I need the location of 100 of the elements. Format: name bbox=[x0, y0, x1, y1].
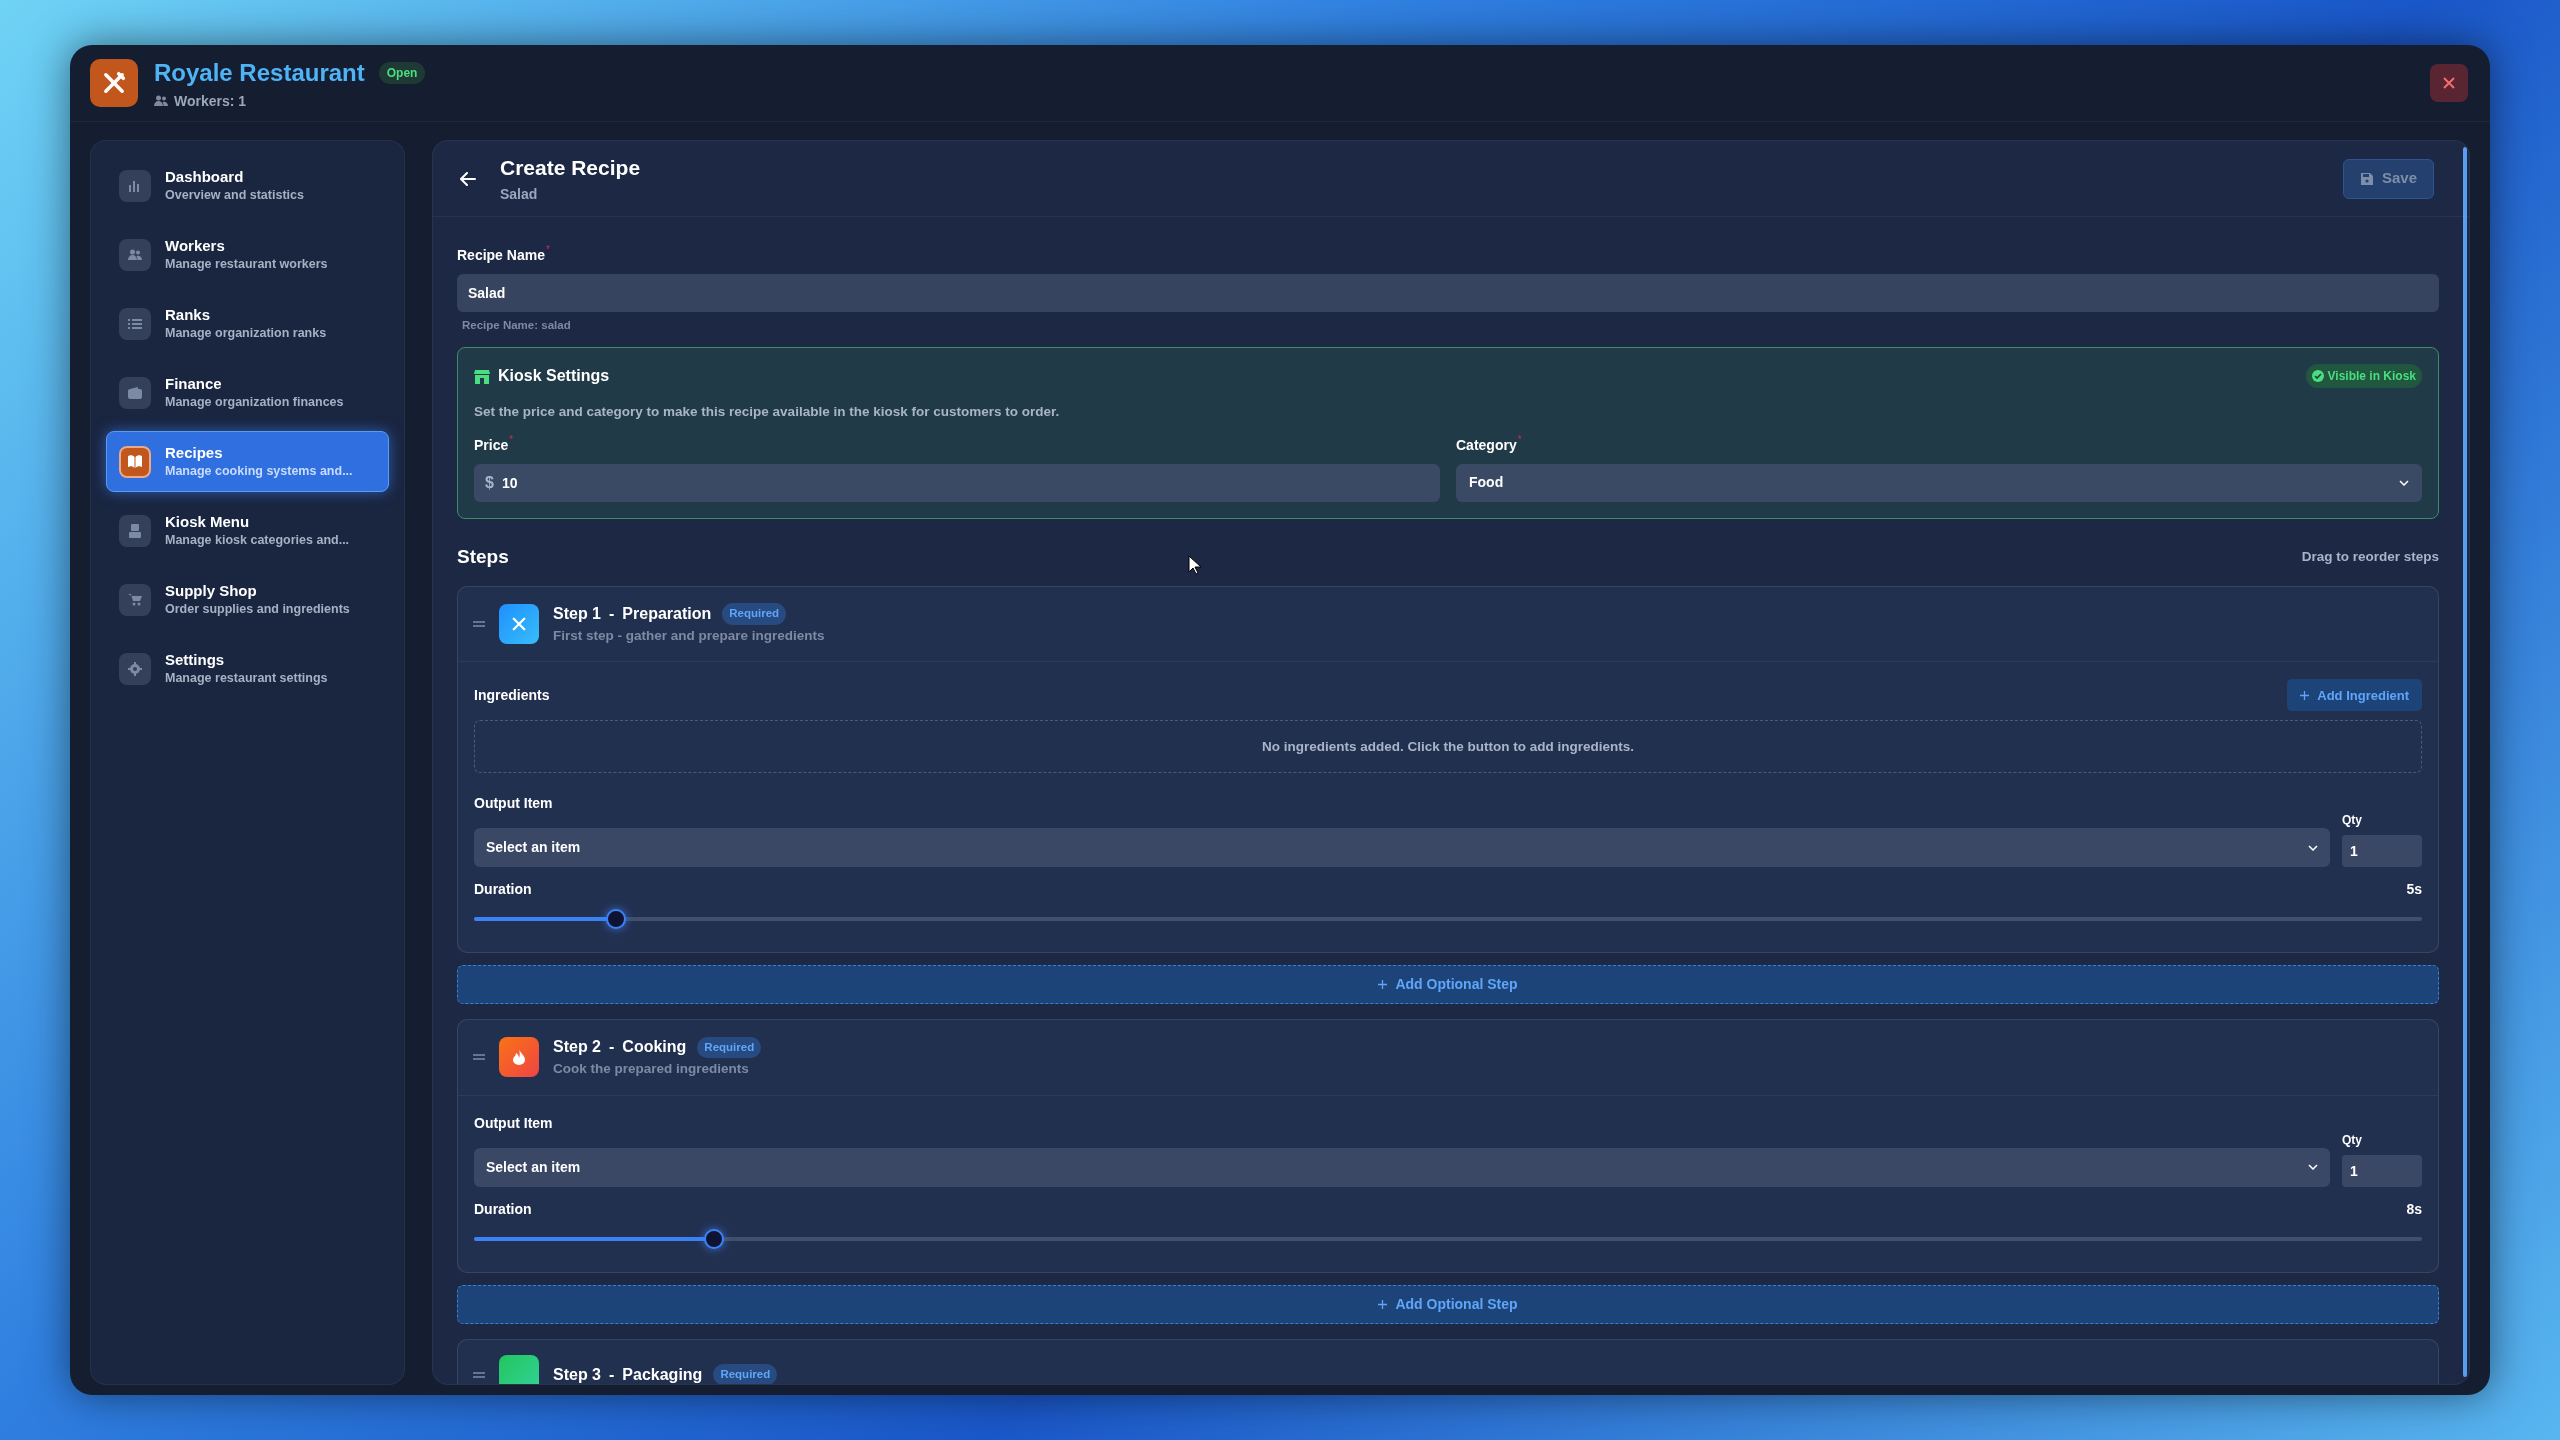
step-icon-tile bbox=[499, 1354, 539, 1384]
quantity-field[interactable]: 1 bbox=[2342, 835, 2422, 868]
step-separator: - bbox=[609, 1037, 615, 1058]
flame-icon bbox=[513, 1049, 525, 1066]
storefront-icon bbox=[474, 368, 490, 384]
slider-thumb[interactable] bbox=[703, 1228, 724, 1249]
item-title: Recipes bbox=[165, 443, 224, 462]
sidebar-item[interactable]: Ranks Manage organization ranks bbox=[106, 293, 389, 354]
step-number: Step 3 bbox=[553, 1364, 601, 1384]
field-label: Qty bbox=[2342, 812, 2362, 830]
item-title: Workers bbox=[165, 236, 226, 255]
currency-symbol: $ bbox=[485, 472, 494, 493]
sidebar-item[interactable]: Supply Shop Order supplies and ingredients bbox=[106, 569, 389, 630]
list-icon bbox=[128, 317, 142, 330]
chevron-down-icon bbox=[2399, 479, 2409, 486]
field-hint: Recipe Name: salad bbox=[462, 318, 572, 333]
item-subtitle: Manage restaurant settings bbox=[165, 669, 328, 687]
sidebar-item[interactable]: Dashboard Overview and statistics bbox=[106, 155, 389, 216]
required-mark: * bbox=[1517, 434, 1522, 445]
item-subtitle: Manage kiosk categories and... bbox=[165, 531, 350, 549]
duration-value: 5s bbox=[2406, 880, 2422, 900]
bar-chart-icon bbox=[128, 178, 142, 193]
status-badge: Open bbox=[378, 61, 426, 84]
item-subtitle: Manage organization finances bbox=[165, 393, 344, 411]
step-number: Step 1 bbox=[553, 604, 601, 624]
required-badge: Required bbox=[713, 1363, 778, 1384]
recipe-name-field[interactable]: Salad bbox=[457, 274, 2439, 312]
item-subtitle: Manage restaurant workers bbox=[165, 255, 328, 273]
item-subtitle: Overview and statistics bbox=[165, 186, 304, 204]
duration-slider[interactable] bbox=[474, 1227, 2422, 1250]
page-title: Create Recipe bbox=[500, 155, 641, 182]
item-title: Finance bbox=[165, 374, 223, 393]
step-name: Packaging bbox=[622, 1364, 703, 1384]
item-subtitle: Manage organization ranks bbox=[165, 324, 327, 342]
sidebar-item[interactable]: Kiosk Menu Manage kiosk categories and... bbox=[106, 500, 389, 561]
sidebar-item[interactable]: Workers Manage restaurant workers bbox=[106, 224, 389, 285]
item-title: Ranks bbox=[165, 305, 212, 324]
drag-handle-icon[interactable] bbox=[473, 1054, 485, 1061]
sidebar-item[interactable]: Finance Manage organization finances bbox=[106, 362, 389, 423]
field-label: Qty bbox=[2342, 1131, 2362, 1149]
sidebar-item[interactable]: Settings Manage restaurant settings bbox=[106, 638, 389, 699]
section-hint: Drag to reorder steps bbox=[2301, 547, 2439, 566]
add-optional-step-button[interactable]: Add Optional Step bbox=[457, 1284, 2439, 1324]
required-badge: Required bbox=[697, 1036, 762, 1058]
drag-handle-icon[interactable] bbox=[473, 1371, 485, 1378]
plus-icon bbox=[2300, 690, 2310, 700]
slider-thumb[interactable] bbox=[606, 909, 627, 930]
item-title: Kiosk Menu bbox=[165, 512, 251, 531]
check-circle-icon bbox=[2311, 370, 2324, 383]
category-select[interactable]: Food bbox=[1456, 463, 2422, 502]
step-name: Cooking bbox=[622, 1037, 687, 1058]
required-mark: * bbox=[545, 245, 550, 255]
field-label: Ingredients bbox=[474, 685, 550, 705]
workers-count: Workers: 1 bbox=[174, 91, 247, 111]
kiosk-icon bbox=[129, 523, 141, 538]
field-label: Recipe Name bbox=[457, 246, 545, 265]
required-badge: Required bbox=[722, 603, 787, 625]
step-name: Preparation bbox=[622, 604, 712, 624]
item-title: Dashboard bbox=[165, 167, 245, 186]
add-optional-step-button[interactable]: Add Optional Step bbox=[457, 965, 2439, 1005]
step-number: Step 2 bbox=[553, 1037, 601, 1058]
sidebar-item[interactable]: Recipes Manage cooking systems and... bbox=[106, 431, 389, 492]
field-label: Category bbox=[1456, 435, 1517, 455]
card-description: Set the price and category to make this recipe available in the kiosk for customers to order. bbox=[474, 403, 1061, 422]
section-title: Steps bbox=[457, 544, 509, 569]
cart-icon bbox=[128, 593, 142, 606]
item-title: Supply Shop bbox=[165, 581, 258, 600]
duration-slider[interactable] bbox=[474, 908, 2422, 931]
item-title: Settings bbox=[165, 650, 226, 669]
empty-message: No ingredients added. Click the button to add ingredients. bbox=[1262, 737, 1634, 756]
drag-handle-icon[interactable] bbox=[473, 621, 485, 628]
field-label: Duration bbox=[474, 1199, 532, 1219]
item-subtitle: Manage cooking systems and... bbox=[165, 462, 353, 480]
step-separator: - bbox=[609, 1364, 615, 1384]
back-arrow-icon bbox=[460, 171, 476, 186]
close-icon bbox=[2443, 77, 2455, 89]
plus-icon bbox=[1378, 980, 1388, 990]
users-icon bbox=[128, 248, 142, 261]
quantity-field[interactable]: 1 bbox=[2342, 1154, 2422, 1187]
step-description: Cook the prepared ingredients bbox=[553, 1060, 750, 1079]
restaurant-name: Royale Restaurant bbox=[154, 57, 365, 88]
step-description: First step - gather and prepare ingredients bbox=[553, 627, 825, 645]
close-button[interactable] bbox=[2430, 64, 2468, 102]
step-separator: - bbox=[609, 604, 615, 624]
item-subtitle: Order supplies and ingredients bbox=[165, 600, 350, 618]
duration-value: 8s bbox=[2406, 1199, 2422, 1219]
book-icon bbox=[127, 455, 143, 468]
wallet-icon bbox=[128, 386, 142, 399]
field-label: Output Item bbox=[474, 1113, 554, 1133]
cursor-icon bbox=[1188, 555, 1202, 575]
scrollbar-thumb[interactable] bbox=[2463, 147, 2467, 1377]
users-icon bbox=[154, 95, 168, 107]
field-label: Output Item bbox=[474, 794, 554, 814]
add-ingredient-button[interactable]: Add Ingredient bbox=[2287, 679, 2422, 712]
field-label: Duration bbox=[474, 880, 532, 900]
page-subtitle: Salad bbox=[500, 184, 539, 204]
visible-badge: Visible in Kiosk bbox=[2305, 364, 2422, 389]
output-item-select[interactable]: Select an item bbox=[474, 1147, 2330, 1187]
required-mark: * bbox=[509, 434, 514, 445]
output-item-select[interactable]: Select an item bbox=[474, 828, 2330, 868]
